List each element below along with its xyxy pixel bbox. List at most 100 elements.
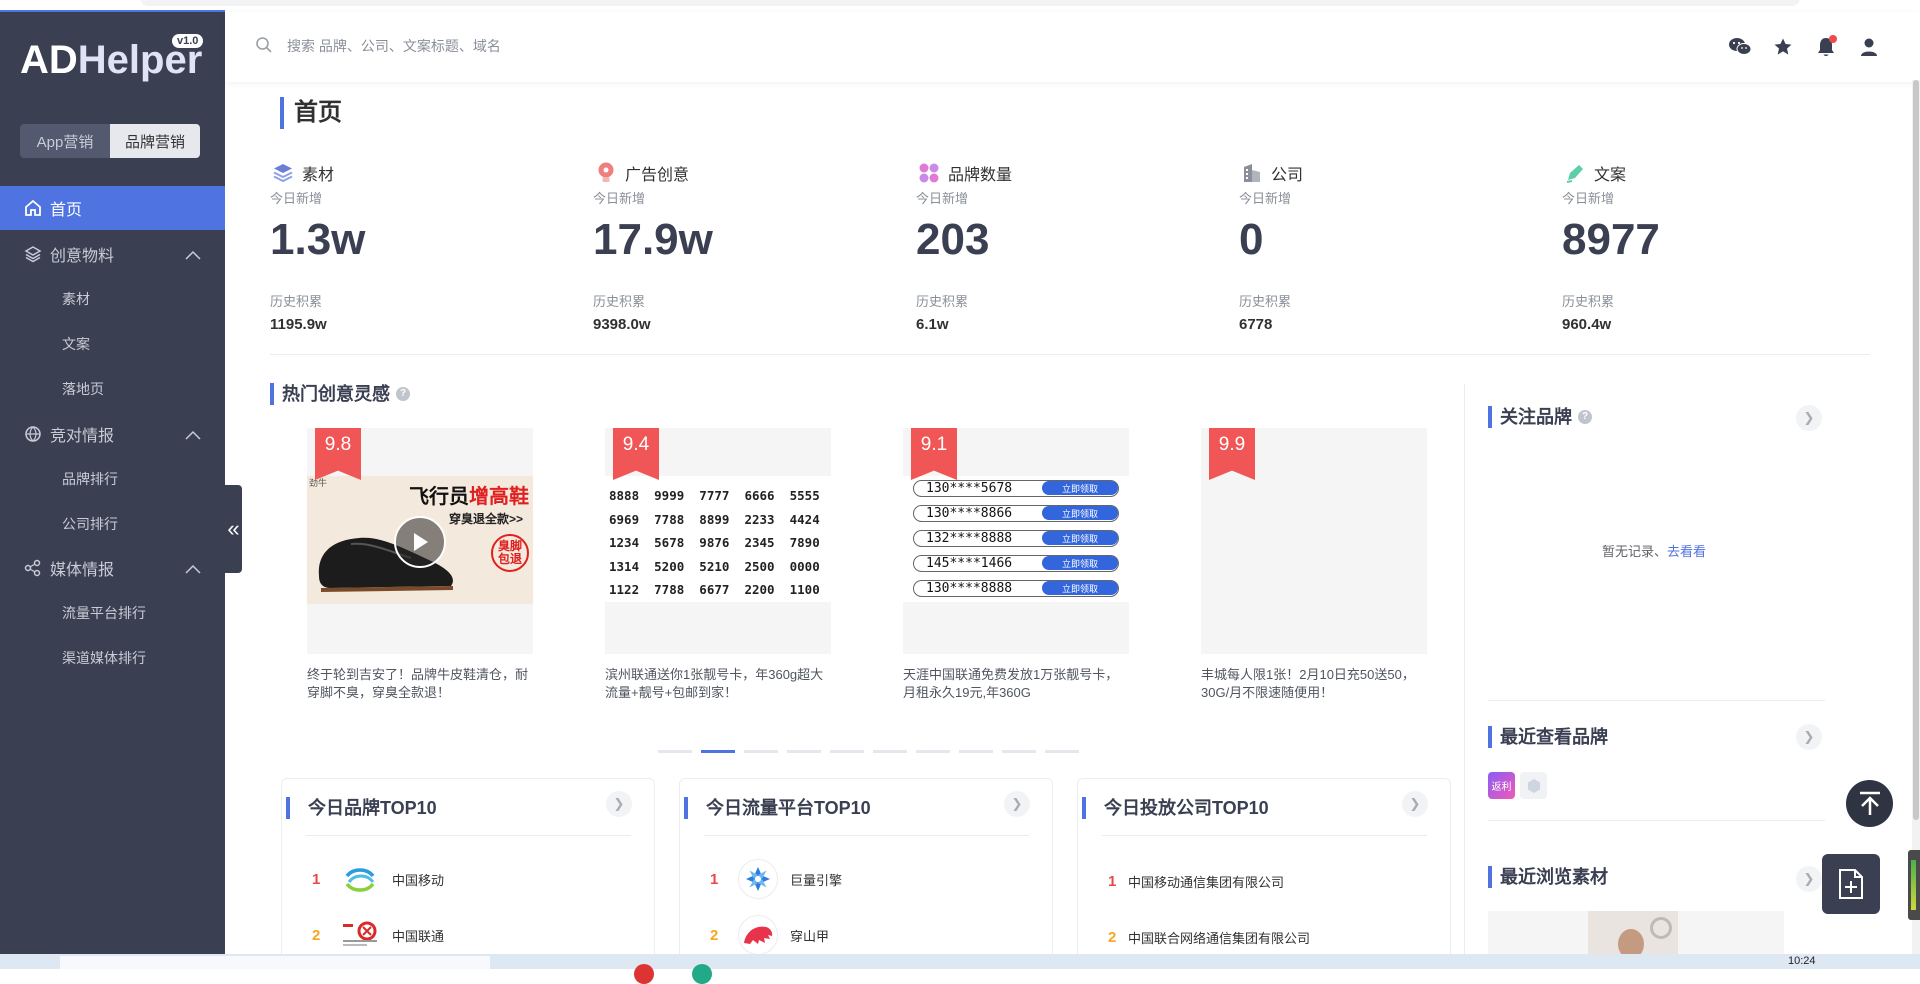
phone-number-row: 130****8888 立即领取 [913, 580, 1119, 597]
number-row: 1314 5200 5210 2500 0000 9999 [609, 558, 820, 574]
chevron-right-icon[interactable]: ❯ [1402, 791, 1428, 817]
grid-dots-icon [916, 160, 942, 186]
building-icon [1239, 160, 1265, 186]
stat-ad-creative: 广告创意 今日新增 17.9w 历史积累 9398.0w [593, 160, 893, 333]
stat-hist-value: 6.1w [916, 316, 949, 333]
stat-material: 素材 今日新增 1.3w 历史积累 1195.9w [270, 160, 570, 333]
sidebar-item-brand-rank[interactable]: 品牌排行 [62, 469, 118, 489]
idea-thumbnail[interactable]: 9.4 8888 9999 7777 6666 5555 4444 6969 7… [605, 428, 831, 654]
chevron-right-icon[interactable]: ❯ [1796, 405, 1822, 431]
phone-number: 132****8888 [926, 531, 1013, 546]
claim-button: 立即领取 [1042, 531, 1118, 545]
table-row[interactable]: 2 中国联合网络通信集团有限公司 [1108, 917, 1310, 957]
china-mobile-logo [340, 859, 380, 899]
panel-title: 今日投放公司TOP10 [1082, 797, 1269, 819]
phone-number: 130****5678 [926, 481, 1013, 496]
recent-brands-title: 最近查看品牌 [1488, 726, 1608, 748]
claim-button: 立即领取 [1042, 556, 1118, 570]
page-scrollbar[interactable] [1912, 80, 1920, 954]
idea-thumbnail[interactable]: 9.9 [1201, 428, 1427, 654]
sidebar-item-material[interactable]: 素材 [62, 289, 90, 309]
idea-card[interactable]: 9.4 8888 9999 7777 6666 5555 4444 6969 7… [605, 428, 831, 702]
sidebar-group-creative[interactable]: 创意物料 [0, 232, 225, 276]
table-row[interactable]: 2 中国联通 [312, 915, 444, 955]
divider [1488, 820, 1825, 821]
taskbar-window[interactable] [60, 956, 490, 969]
bell-icon[interactable] [1813, 34, 1839, 60]
carousel-dot[interactable] [744, 750, 778, 753]
cube-icon[interactable] [1520, 772, 1547, 799]
chevron-right-icon[interactable]: ❯ [606, 791, 632, 817]
help-icon[interactable]: ? [396, 387, 410, 401]
rank-number: 1 [312, 870, 321, 888]
recent-brand-logo[interactable]: 返利 [1488, 772, 1515, 799]
new-document-button[interactable] [1822, 854, 1880, 914]
mode-brand-marketing[interactable]: 品牌营销 [110, 124, 200, 158]
idea-card[interactable]: 9.1 130****5678 立即领取 130****8866 立即领取 132*… [903, 428, 1129, 702]
taskbar-app-icon[interactable] [634, 964, 654, 984]
idea-card[interactable]: 9.9 丰城每人限1张！2月10日充50送50，30G/月不限速随便用！ [1201, 428, 1427, 702]
idea-description: 终于轮到吉安了！品牌牛皮鞋清仓，耐穿脚不臭，穿臭全款退！ [307, 667, 529, 700]
scrollbar-thumb[interactable] [1913, 80, 1919, 820]
sidebar-group-label: 媒体情报 [50, 562, 115, 579]
carousel-dot[interactable] [916, 750, 950, 753]
section-title-text: 热门创意灵感 [282, 384, 390, 404]
follow-brands-title: 关注品牌? [1488, 406, 1592, 428]
number-grid: 8888 9999 7777 6666 5555 4444 6969 7788 … [609, 484, 831, 602]
search-input[interactable] [285, 34, 885, 58]
chevron-right-icon[interactable]: ❯ [1796, 866, 1822, 892]
recent-material-thumbnail[interactable] [1588, 911, 1678, 954]
idea-thumbnail[interactable]: 9.1 130****5678 立即领取 130****8866 立即领取 132*… [903, 428, 1129, 654]
taskbar-app-icon[interactable] [692, 964, 712, 984]
ad-headline-b: 增高鞋 [469, 486, 529, 508]
chevron-right-icon[interactable]: ❯ [1796, 724, 1822, 750]
carousel-dot[interactable] [1045, 750, 1079, 753]
sidebar-collapse-button[interactable]: « [225, 485, 242, 573]
table-row[interactable]: 1 巨量引擎 [710, 859, 842, 899]
sidebar-group-competitor[interactable]: 竞对情报 [0, 412, 225, 456]
sidebar-item-landing-page[interactable]: 落地页 [62, 379, 104, 399]
sidebar-group-label: 竞对情报 [50, 428, 115, 445]
stat-label: 文案 [1594, 167, 1627, 184]
go-see-link[interactable]: 去看看 [1667, 544, 1706, 559]
mode-app-marketing[interactable]: App营销 [20, 124, 110, 158]
claim-button: 立即领取 [1042, 581, 1118, 595]
carousel-dot[interactable] [1002, 750, 1036, 753]
idea-card[interactable]: 9.8 劲牛 飞行员增高鞋 穿臭退全款>> 臭脚包退 终于轮到吉安了！品牌牛皮鞋… [307, 428, 533, 702]
carousel-dot[interactable] [873, 750, 907, 753]
ad-headline-a: 飞行员 [409, 486, 469, 508]
stat-hist-value: 6778 [1239, 316, 1273, 333]
side-widget[interactable] [1908, 850, 1920, 920]
divider [270, 354, 1870, 355]
globe-icon [22, 423, 44, 445]
home-icon [22, 197, 44, 219]
table-row[interactable]: 1 中国移动 [312, 859, 444, 899]
stat-hist-label: 历史积累 [1562, 294, 1615, 309]
sidebar-item-company-rank[interactable]: 公司排行 [62, 514, 118, 534]
carousel-dot[interactable] [787, 750, 821, 753]
table-row[interactable]: 1 中国移动通信集团有限公司 [1108, 861, 1284, 901]
wechat-icon[interactable] [1727, 34, 1753, 60]
sidebar-item-home[interactable]: 首页 [0, 186, 225, 230]
back-to-top-button[interactable] [1846, 780, 1893, 827]
carousel-dot[interactable] [830, 750, 864, 753]
carousel-dot-active[interactable] [701, 750, 735, 753]
sidebar-group-media[interactable]: 媒体情报 [0, 546, 225, 590]
stat-today-value: 1.3w [270, 215, 366, 264]
sidebar-item-channel-media-rank[interactable]: 渠道媒体排行 [62, 648, 146, 668]
chevron-up-icon [185, 247, 201, 265]
sidebar-item-traffic-platform-rank[interactable]: 流量平台排行 [62, 603, 146, 623]
carousel-dot[interactable] [658, 750, 692, 753]
chevron-right-icon[interactable]: ❯ [1004, 791, 1030, 817]
idea-thumbnail[interactable]: 9.8 劲牛 飞行员增高鞋 穿臭退全款>> 臭脚包退 [307, 428, 533, 654]
divider [1464, 384, 1465, 954]
carousel-dot[interactable] [959, 750, 993, 753]
stat-today-label: 今日新增 [1239, 191, 1292, 206]
help-icon[interactable]: ? [1578, 410, 1592, 424]
table-row[interactable]: 2 穿山甲 [710, 915, 829, 955]
star-icon[interactable] [1770, 34, 1796, 60]
top10-traffic-platforms-panel: 今日流量平台TOP10 ❯ 1 巨量引擎 2 穿山甲 [679, 778, 1053, 968]
user-icon[interactable] [1856, 34, 1882, 60]
play-icon[interactable] [394, 516, 446, 568]
sidebar-item-copy[interactable]: 文案 [62, 334, 90, 354]
